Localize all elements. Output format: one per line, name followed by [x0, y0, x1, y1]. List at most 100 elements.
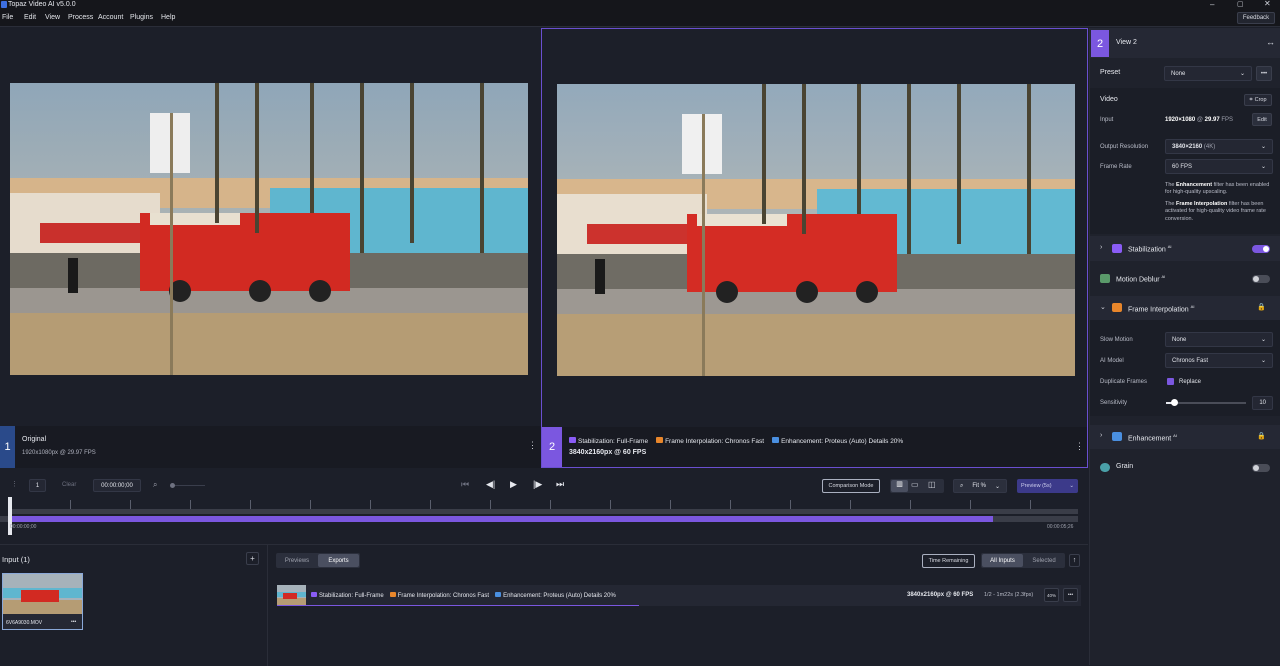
motion-deblur-row[interactable]: Motion Deblur AI: [1090, 266, 1280, 291]
chevron-right-icon[interactable]: ›: [1100, 244, 1102, 251]
view1-more-icon[interactable]: ⋮: [528, 440, 537, 451]
preset-label: Preset: [1100, 69, 1121, 76]
input-file-name: 6V6A9030.MOV: [6, 620, 43, 626]
menu-view[interactable]: View: [45, 14, 60, 21]
split-view-icon[interactable]: ▥: [891, 480, 908, 492]
filter-tabs: All Inputs Selected: [981, 553, 1065, 568]
video-frame-original: [10, 83, 528, 375]
view2-filters: Stabilization: Full-Frame Frame Interpol…: [569, 437, 903, 445]
zoom-dropdown[interactable]: ⌕ Fit % ⌄: [953, 479, 1007, 493]
timeline: 00:00:00;00 00:00:05;26: [0, 497, 1088, 537]
view1-info-bar: 1 Original 1920x1080px @ 29.97 FPS ⋮: [0, 426, 541, 468]
video-frame-output: [557, 84, 1075, 376]
menu-account[interactable]: Account: [98, 14, 123, 21]
stabilization-label: Stabilization AI: [1128, 244, 1172, 254]
crop-icon: ⌗: [1249, 96, 1253, 103]
motion-deblur-icon: [1100, 274, 1110, 283]
timeline-start-time: 00:00:00;00: [10, 524, 37, 530]
single-view-icon[interactable]: ▭: [911, 480, 919, 489]
zoom-icon[interactable]: ⌕: [153, 480, 157, 490]
maximize-icon[interactable]: ▢: [1237, 0, 1244, 8]
grain-toggle[interactable]: [1252, 464, 1270, 472]
menu-plugins[interactable]: Plugins: [130, 14, 153, 21]
tab-exports[interactable]: Exports: [318, 554, 359, 567]
arrow-up-icon: ↑: [1072, 557, 1077, 564]
add-input-button[interactable]: +: [246, 552, 259, 565]
crop-button[interactable]: ⌗ Crop: [1244, 94, 1272, 106]
tab-all-inputs[interactable]: All Inputs: [982, 554, 1023, 567]
timeline-zoom-thumb[interactable]: [170, 483, 175, 488]
chevron-down-icon: ⌄: [1260, 144, 1266, 150]
replace-label: Replace: [1179, 379, 1202, 385]
edit-button[interactable]: Edit: [1252, 113, 1272, 126]
grain-label: Grain: [1116, 463, 1134, 470]
chevron-down-icon[interactable]: ⌄: [1100, 303, 1106, 311]
stabilization-row[interactable]: › Stabilization AI: [1090, 236, 1280, 261]
view2-more-icon[interactable]: ⋮: [1075, 441, 1084, 452]
clear-button[interactable]: Clear: [62, 482, 76, 488]
chevron-down-icon: ⌄: [1260, 358, 1266, 364]
export-resolution: 3840x2160px @ 60 FPS: [907, 592, 974, 598]
skip-start-icon[interactable]: ⏮: [461, 479, 469, 490]
timeline-track[interactable]: [10, 509, 1078, 514]
ai-model-dropdown[interactable]: Chronos Fast ⌄: [1165, 353, 1273, 368]
timeline-zoom-slider[interactable]: [172, 485, 205, 486]
sensitivity-value[interactable]: 10: [1252, 396, 1273, 410]
plus-icon: +: [250, 554, 255, 563]
replace-radio[interactable]: [1167, 378, 1174, 385]
tab-selected[interactable]: Selected: [1024, 554, 1064, 567]
side-by-side-icon[interactable]: ◫: [928, 480, 936, 489]
step-back-icon[interactable]: ◀|: [486, 479, 495, 490]
menu-help[interactable]: Help: [161, 14, 175, 21]
chevron-right-icon[interactable]: ›: [1100, 432, 1102, 439]
stabilization-toggle[interactable]: [1252, 245, 1270, 253]
panel-view-label: View 2: [1116, 39, 1137, 46]
comparison-mode-button[interactable]: Comparison Mode: [822, 479, 880, 493]
sort-button[interactable]: ↑: [1069, 554, 1080, 567]
time-remaining-button[interactable]: Time Remaining: [922, 554, 975, 568]
export-more-button[interactable]: •••: [1063, 588, 1078, 602]
menu-edit[interactable]: Edit: [24, 14, 36, 21]
feedback-button[interactable]: Feedback: [1237, 12, 1275, 24]
chevron-down-icon: ⌄: [994, 483, 1000, 490]
preview-button[interactable]: Preview (5s) ⌄: [1017, 479, 1078, 493]
input-value: 1920×1080 @ 29.97 FPS: [1165, 117, 1233, 123]
video-section-title: Video: [1100, 96, 1118, 103]
chevron-down-icon: ⌄: [1069, 483, 1074, 489]
frame-interpolation-row[interactable]: ⌄ Frame Interpolation AI 🔒: [1090, 296, 1280, 320]
grain-row[interactable]: Grain: [1090, 455, 1280, 480]
export-progress-bar: [277, 605, 639, 606]
timecode-input[interactable]: 00:00:00;00: [93, 479, 141, 492]
enhancement-row[interactable]: › Enhancement AI 🔒: [1090, 425, 1280, 449]
sensitivity-slider-thumb[interactable]: [1171, 399, 1178, 406]
timeline-progress-fill: [10, 516, 993, 522]
motion-deblur-toggle[interactable]: [1252, 275, 1270, 283]
export-row[interactable]: Stabilization: Full-Frame Frame Interpol…: [277, 585, 1081, 606]
menu-process[interactable]: Process: [68, 14, 93, 21]
duplicate-frames-label: Duplicate Frames: [1100, 379, 1148, 385]
preset-dropdown[interactable]: None ⌄: [1164, 66, 1252, 81]
export-progress-text: 1/2 - 1m22s (2.3fps): [984, 592, 1034, 598]
input-thumbnail-card[interactable]: 6V6A9030.MOV •••: [2, 573, 83, 630]
timeline-end-time: 00:00:05;26: [1047, 524, 1074, 530]
play-icon[interactable]: ▶: [510, 479, 517, 490]
input-more-icon[interactable]: •••: [71, 619, 76, 625]
menu-file[interactable]: File: [2, 14, 13, 21]
view1-number: 1: [0, 426, 15, 468]
tab-previews[interactable]: Previews: [277, 554, 317, 567]
preset-more-button[interactable]: •••: [1256, 66, 1272, 81]
step-forward-icon[interactable]: |▶: [533, 479, 542, 490]
minimize-icon[interactable]: –: [1210, 0, 1214, 9]
frame-number-input[interactable]: 1: [29, 479, 46, 492]
skip-end-icon[interactable]: ⏭: [556, 479, 564, 490]
enhancement-icon: [1112, 432, 1122, 441]
sensitivity-slider[interactable]: [1166, 402, 1246, 404]
slow-motion-dropdown[interactable]: None ⌄: [1165, 332, 1273, 347]
close-icon[interactable]: ✕: [1264, 0, 1271, 8]
chevron-down-icon: ⌄: [1260, 164, 1266, 170]
enhancement-note: The Enhancement filter has been enabled …: [1165, 182, 1270, 196]
output-resolution-dropdown[interactable]: 3840×2160 (4K) ⌄: [1165, 139, 1273, 154]
swap-icon[interactable]: ↔: [1266, 37, 1275, 47]
frame-rate-dropdown[interactable]: 60 FPS ⌄: [1165, 159, 1273, 174]
frame-interpolation-icon: [389, 592, 396, 597]
